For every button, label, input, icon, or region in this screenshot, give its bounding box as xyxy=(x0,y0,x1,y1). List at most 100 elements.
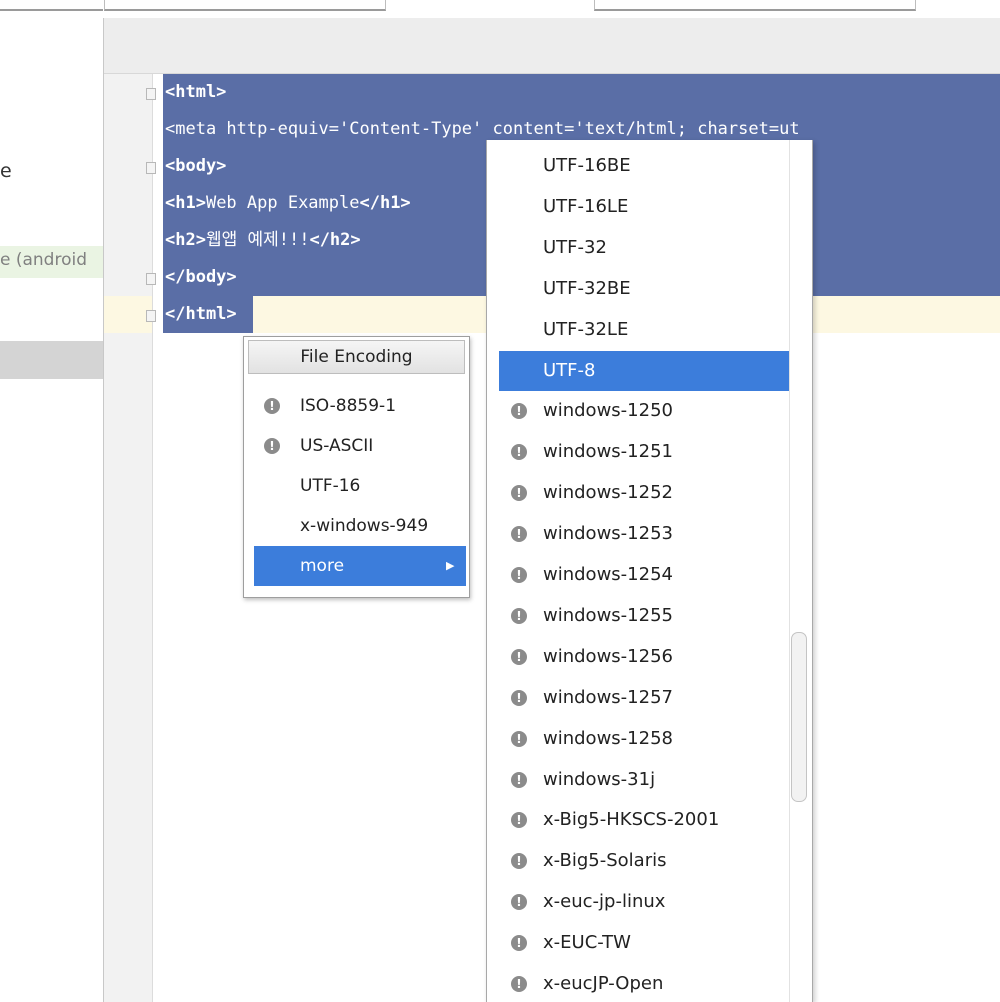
encoding-submenu-item[interactable]: ! x-eucJP-Open xyxy=(499,964,789,1002)
encoding-submenu-item[interactable]: ! x-Big5-Solaris xyxy=(499,841,789,881)
code-text: <meta http-equiv='Content-Type' content=… xyxy=(165,119,800,139)
encoding-submenu-label: x-eucJP-Open xyxy=(543,973,664,994)
more-menu-item[interactable]: more ▶ xyxy=(254,546,466,586)
warning-icon: ! xyxy=(511,771,527,788)
encoding-submenu-label: windows-1251 xyxy=(543,441,673,463)
warning-icon: ! xyxy=(511,403,527,420)
warning-icon: ! xyxy=(511,444,527,461)
encoding-submenu-item[interactable]: ! windows-1251 xyxy=(499,432,789,472)
encoding-submenu-item[interactable]: ! x-Big5-HKSCS-2001 xyxy=(499,800,789,840)
encoding-submenu-item[interactable]: UTF-8 xyxy=(499,350,789,391)
encoding-submenu-item[interactable]: ! windows-1250 xyxy=(499,391,789,431)
code-line[interactable]: <h2>웹앱 예제!!!</h2> xyxy=(165,222,361,259)
warning-icon: ! xyxy=(511,689,527,706)
submenu-scrollbar-thumb[interactable] xyxy=(791,632,807,802)
encoding-submenu-label: UTF-16BE xyxy=(543,155,631,176)
editor-header xyxy=(104,18,1000,74)
project-tree-row-selected[interactable]: e (android xyxy=(0,246,103,278)
encoding-submenu-item[interactable]: ! windows-1257 xyxy=(499,678,789,718)
encoding-option[interactable]: ! ISO-8859-1 xyxy=(254,386,464,426)
encoding-submenu-item[interactable]: ! x-euc-jp-linux xyxy=(499,882,789,922)
code-tag: </h1> xyxy=(359,193,411,213)
fold-marker-icon[interactable] xyxy=(146,273,156,285)
encoding-submenu-label: UTF-32BE xyxy=(543,277,631,299)
warning-icon: ! xyxy=(264,398,280,414)
encoding-submenu-label: x-Big5-Solaris xyxy=(543,850,667,872)
encoding-option[interactable]: ! US-ASCII xyxy=(254,426,464,466)
tab-edge[interactable] xyxy=(104,0,386,11)
encoding-submenu-label: windows-1252 xyxy=(543,482,673,504)
fold-marker-icon[interactable] xyxy=(146,88,156,100)
encoding-submenu-label: UTF-32LE xyxy=(543,318,629,340)
code-text: 웹앱 예제!!! xyxy=(205,230,310,250)
submenu-scrollbar[interactable] xyxy=(789,140,812,1002)
encoding-submenu-label: windows-1258 xyxy=(543,727,673,749)
editor-gutter xyxy=(104,74,153,1002)
encoding-submenu-item[interactable]: ! windows-1254 xyxy=(499,555,789,595)
project-panel: e e (android xyxy=(0,18,104,1002)
warning-icon: ! xyxy=(511,607,527,624)
encoding-submenu-label: windows-1253 xyxy=(543,523,673,545)
submenu-arrow-icon: ▶ xyxy=(446,559,455,572)
warning-icon: ! xyxy=(511,526,527,543)
warning-icon: ! xyxy=(264,438,280,454)
code-tag: <body> xyxy=(165,156,227,176)
encoding-submenu-item[interactable]: ! windows-1252 xyxy=(499,473,789,513)
encoding-submenu-item[interactable]: UTF-32 xyxy=(499,228,789,268)
code-tag: <h2> xyxy=(165,230,206,250)
warning-icon: ! xyxy=(511,730,527,747)
warning-icon: ! xyxy=(511,648,527,665)
encoding-submenu-item[interactable]: UTF-16LE xyxy=(499,187,789,227)
encoding-option-label: US-ASCII xyxy=(300,436,374,456)
warning-icon: ! xyxy=(511,567,527,583)
encoding-submenu-label: windows-1257 xyxy=(543,686,673,708)
code-line[interactable]: </body> xyxy=(165,259,237,296)
code-tag: </html> xyxy=(165,304,237,324)
encoding-submenu-label: x-Big5-HKSCS-2001 xyxy=(543,809,720,831)
encoding-submenu-item[interactable]: ! windows-1255 xyxy=(499,596,789,636)
fold-marker-icon[interactable] xyxy=(146,310,156,322)
encoding-submenu-item[interactable]: ! windows-1256 xyxy=(499,637,789,677)
encoding-submenu-label: windows-1256 xyxy=(543,645,673,667)
encoding-submenu-item[interactable]: ! windows-1258 xyxy=(499,719,789,759)
fold-marker-icon[interactable] xyxy=(146,162,156,174)
code-tag: </body> xyxy=(165,267,237,287)
current-line-gutter xyxy=(104,296,152,333)
code-line[interactable]: </html> xyxy=(165,296,237,333)
file-encoding-title: File Encoding xyxy=(248,340,465,374)
encoding-submenu-item[interactable]: UTF-32BE xyxy=(499,269,789,309)
encoding-submenu-label: x-euc-jp-linux xyxy=(543,891,666,913)
more-label: more xyxy=(300,556,345,576)
warning-icon: ! xyxy=(511,894,527,911)
encoding-submenu-label: windows-31j xyxy=(543,768,656,790)
project-tree-item[interactable]: e xyxy=(0,160,12,182)
encoding-option-label: ISO-8859-1 xyxy=(300,396,397,416)
warning-icon: ! xyxy=(511,485,527,502)
warning-icon: ! xyxy=(511,853,527,870)
code-text: Web App Example xyxy=(205,193,360,213)
encoding-submenu-item[interactable]: UTF-32LE xyxy=(499,310,789,350)
encoding-option-label: x-windows-949 xyxy=(300,516,429,536)
warning-icon: ! xyxy=(511,812,527,829)
encoding-submenu-label: windows-1255 xyxy=(543,604,673,626)
encoding-option[interactable]: x-windows-949 xyxy=(254,506,464,546)
encoding-submenu-label: windows-1254 xyxy=(543,564,673,585)
code-line[interactable]: <body> xyxy=(165,148,226,185)
encoding-submenu-item[interactable]: ! windows-1253 xyxy=(499,514,789,554)
project-tree-item-label: e (android xyxy=(0,250,88,270)
encoding-submenu-item[interactable]: UTF-16BE xyxy=(499,146,789,186)
top-tab-strip xyxy=(0,0,1000,18)
encoding-submenu-label: windows-1250 xyxy=(543,400,673,422)
encoding-submenu-item[interactable]: ! x-EUC-TW xyxy=(499,923,789,963)
code-line[interactable]: <h1>Web App Example</h1> xyxy=(165,185,411,222)
warning-icon: ! xyxy=(511,935,527,952)
code-tag: </h2> xyxy=(309,230,361,250)
tab-edge[interactable] xyxy=(0,0,103,11)
project-panel-bar xyxy=(0,341,103,379)
code-line[interactable]: <html> xyxy=(165,74,226,111)
encoding-submenu-label: UTF-16LE xyxy=(543,195,629,217)
code-tag: <html> xyxy=(165,82,227,102)
encoding-submenu-item[interactable]: ! windows-31j xyxy=(499,760,789,800)
tab-edge[interactable] xyxy=(594,0,916,11)
encoding-option[interactable]: UTF-16 xyxy=(254,466,464,506)
